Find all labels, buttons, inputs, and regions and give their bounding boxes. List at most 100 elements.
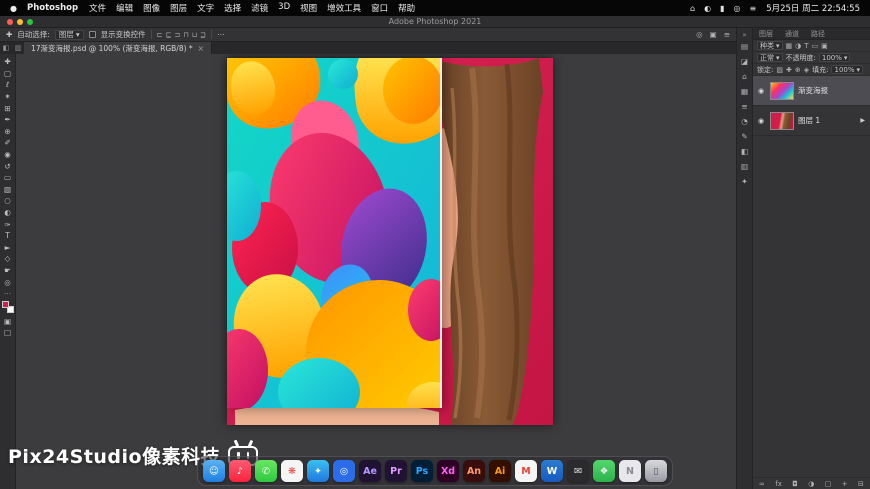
blur-tool[interactable]: ○ xyxy=(1,195,15,207)
auto-select-dropdown[interactable]: 图层 ▾ xyxy=(54,29,84,40)
new-adjustment-layer-button[interactable]: ◑ xyxy=(808,480,814,488)
panel-toggle-icon[interactable]: ▥ xyxy=(12,42,24,54)
lock-image-icon[interactable]: ⊕ xyxy=(795,66,801,74)
patterns-panel-icon[interactable]: ◧ xyxy=(741,147,748,156)
dock-word[interactable]: W xyxy=(541,460,563,482)
new-group-button[interactable]: ▢ xyxy=(825,480,832,488)
options-overflow-icon[interactable]: ⋯ xyxy=(217,30,225,39)
clone-stamp-tool[interactable]: ◉ xyxy=(1,149,15,161)
dock-after-effects[interactable]: Ae xyxy=(359,460,381,482)
dock-wechat[interactable]: ❖ xyxy=(593,460,615,482)
history-panel-icon[interactable]: ◔ xyxy=(741,117,748,126)
history-brush-tool[interactable]: ↺ xyxy=(1,160,15,172)
expand-panels-icon[interactable]: » xyxy=(742,31,746,39)
new-layer-button[interactable]: + xyxy=(842,480,848,488)
eyedropper-tool[interactable]: ✒ xyxy=(1,114,15,126)
layer-thumbnail[interactable] xyxy=(770,81,794,100)
dock-safari[interactable]: ✦ xyxy=(307,460,329,482)
dock-illustrator[interactable]: Ai xyxy=(489,460,511,482)
layer-filter-dropdown[interactable]: 种类 ▾ xyxy=(757,41,783,50)
filter-type-layers-icon[interactable]: T xyxy=(804,42,808,50)
window-zoom-button[interactable] xyxy=(27,19,33,25)
menu-item[interactable]: 文字 xyxy=(197,2,214,14)
color-panel-icon[interactable]: ▦ xyxy=(741,87,748,96)
dock-animate[interactable]: An xyxy=(463,460,485,482)
marquee-tool[interactable]: ▢ xyxy=(1,68,15,80)
panel-tab[interactable]: 通道 xyxy=(779,28,805,39)
layer-name[interactable]: 图层 1 xyxy=(798,115,856,126)
opacity-input[interactable]: 100% ▾ xyxy=(818,53,851,62)
move-tool[interactable]: ✚ xyxy=(1,56,15,68)
delete-layer-button[interactable]: ⊟ xyxy=(858,480,864,488)
magic-wand-tool[interactable]: ✶ xyxy=(1,91,15,103)
align-icon[interactable]: ⊓ xyxy=(183,31,188,39)
link-layers-button[interactable]: ∞ xyxy=(759,480,765,488)
dock-mail[interactable]: M xyxy=(515,460,537,482)
pen-tool[interactable]: ✑ xyxy=(1,218,15,230)
dock-app-store[interactable]: ◎ xyxy=(333,460,355,482)
filter-pixel-layers-icon[interactable]: ▦ xyxy=(786,42,793,50)
filter-adjustment-layers-icon[interactable]: ◑ xyxy=(795,42,801,50)
workspace-switcher-icon[interactable]: ▣ xyxy=(710,30,717,39)
dock-facetime[interactable]: ✆ xyxy=(255,460,277,482)
eraser-tool[interactable]: ▭ xyxy=(1,172,15,184)
layer-row[interactable]: ◉ 图层 1 ▶ xyxy=(753,106,870,136)
filter-smart-objects-icon[interactable]: ▣ xyxy=(821,42,828,50)
lasso-tool[interactable]: ℓ xyxy=(1,79,15,91)
menu-item[interactable]: 窗口 xyxy=(371,2,388,14)
dock-messages[interactable]: ✉ xyxy=(567,460,589,482)
dock-notes[interactable]: N xyxy=(619,460,641,482)
hand-tool[interactable]: ☛ xyxy=(1,265,15,277)
align-icon[interactable]: ⊒ xyxy=(200,31,206,39)
apple-menu-icon[interactable]: ● xyxy=(10,4,17,13)
brush-tool[interactable]: ✐ xyxy=(1,137,15,149)
foreground-color-swatch[interactable] xyxy=(1,301,9,309)
layer-thumbnail[interactable] xyxy=(770,111,794,130)
menu-item[interactable]: 3D xyxy=(278,2,290,14)
dock-music[interactable]: ♪ xyxy=(229,460,251,482)
layer-visibility-eye-icon[interactable]: ◉ xyxy=(756,117,766,125)
shape-tool[interactable]: ◇ xyxy=(1,253,15,265)
dock-photos[interactable]: ❋ xyxy=(281,460,303,482)
menu-item[interactable]: 编辑 xyxy=(116,2,133,14)
properties-panel-icon[interactable]: ▤ xyxy=(741,42,748,51)
gradient-tool[interactable]: ▧ xyxy=(1,184,15,196)
crop-tool[interactable]: ⊞ xyxy=(1,102,15,114)
zoom-tool[interactable]: ◎ xyxy=(1,276,15,288)
menu-item[interactable]: 图像 xyxy=(143,2,160,14)
window-close-button[interactable] xyxy=(7,19,13,25)
menu-item[interactable]: 选择 xyxy=(224,2,241,14)
path-select-tool[interactable]: ► xyxy=(1,242,15,254)
gradients-panel-icon[interactable]: ▥ xyxy=(741,162,748,171)
menu-item[interactable]: 视图 xyxy=(300,2,317,14)
adjustments-panel-icon[interactable]: ◪ xyxy=(741,57,748,66)
layer-visibility-eye-icon[interactable]: ◉ xyxy=(756,87,766,95)
dodge-tool[interactable]: ◐ xyxy=(1,207,15,219)
layer-style-button[interactable]: fx xyxy=(775,480,782,488)
swatches-panel-icon[interactable]: ≡ xyxy=(741,102,747,111)
lock-position-icon[interactable]: ✚ xyxy=(786,66,792,74)
menu-item[interactable]: 帮助 xyxy=(398,2,415,14)
dock-premiere[interactable]: Pr xyxy=(385,460,407,482)
input-source-icon[interactable]: ⌂ xyxy=(690,4,695,13)
display-icon[interactable]: ◐ xyxy=(704,4,711,13)
document-tab[interactable]: 17渐变海报.psd @ 100% (渐变海报, RGB/8) * × xyxy=(24,42,212,54)
dock-finder[interactable]: ☺ xyxy=(203,460,225,482)
align-icon[interactable]: ⊐ xyxy=(174,31,180,39)
styles-panel-icon[interactable]: ✦ xyxy=(741,177,747,186)
filter-shape-layers-icon[interactable]: ▭ xyxy=(812,42,819,50)
edit-toolbar-icon[interactable]: ⋯ xyxy=(1,288,15,300)
tab-close-icon[interactable]: × xyxy=(198,44,204,53)
lock-all-icon[interactable]: ◈ xyxy=(804,66,809,74)
menu-item[interactable]: 滤镜 xyxy=(251,2,268,14)
app-menu-title[interactable]: Photoshop xyxy=(27,3,78,13)
spotlight-icon[interactable]: ◎ xyxy=(734,4,741,13)
screen-mode-button[interactable]: □ xyxy=(1,327,15,339)
show-transform-checkbox[interactable] xyxy=(88,31,96,38)
healing-brush-tool[interactable]: ⊕ xyxy=(1,126,15,138)
libraries-panel-icon[interactable]: ⌂ xyxy=(742,72,747,81)
panel-tab[interactable]: 图层 xyxy=(753,28,779,39)
panel-tab[interactable]: 路径 xyxy=(805,28,831,39)
dock-photoshop[interactable]: Ps xyxy=(411,460,433,482)
align-icon[interactable]: ⊔ xyxy=(192,31,197,39)
